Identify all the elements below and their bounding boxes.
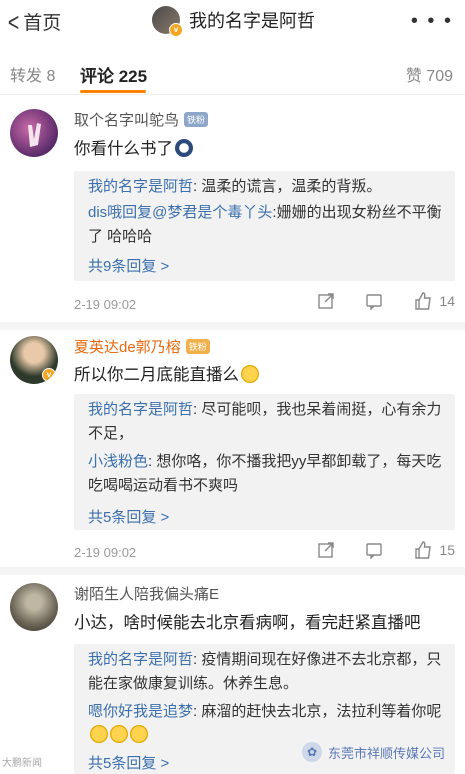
reply-line: 嗯你好我是追梦: 麻溜的赶快去北京，法拉利等着你呢 bbox=[88, 700, 448, 748]
reply-line: 我的名字是阿哲: 疫情期间现在好像进不去北京都，只能在家做康复训练。休养生息。 bbox=[88, 648, 448, 696]
reply-author[interactable]: 小浅粉色 bbox=[88, 453, 148, 470]
comment-item: v 夏英达de郭乃榕 铁粉 所以你二月底能直播么 我的名字是阿哲: 尽可能呗，我… bbox=[0, 330, 465, 567]
comment-text: 你看什么书了 bbox=[74, 135, 193, 159]
watermark-text: 东莞市祥顺传媒公司 bbox=[328, 745, 446, 761]
reply-line: dis哦回复@梦君是个毒丫头:姗姗的出现女粉丝不平衡了 哈哈哈 bbox=[88, 201, 448, 249]
emoji-icon bbox=[175, 139, 193, 157]
avatar[interactable]: v bbox=[10, 336, 58, 384]
like-count: 15 bbox=[439, 542, 455, 558]
page-title-group[interactable]: v 我的名字是阿哲 bbox=[152, 6, 315, 37]
active-tab-indicator bbox=[80, 90, 146, 93]
comment-text-content: 所以你二月底能直播么 bbox=[74, 366, 239, 384]
page-title: 我的名字是阿哲 bbox=[189, 11, 315, 31]
avatar[interactable] bbox=[10, 583, 58, 631]
reply-line: 小浅粉色: 想你咯，你不播我把yy早都卸载了，每天吃吃喝喝运动看书不爽吗 bbox=[88, 450, 448, 498]
tab-comments[interactable]: 评论 225 bbox=[80, 62, 147, 87]
like-icon[interactable] bbox=[413, 291, 433, 311]
comment-text: 所以你二月底能直播么 bbox=[74, 361, 259, 385]
username-text: 谢陌生人陪我偏头痛E bbox=[74, 586, 220, 603]
like-icon[interactable] bbox=[413, 540, 433, 560]
crying-emoji-icon bbox=[130, 725, 148, 743]
comment-username[interactable]: 夏英达de郭乃榕 铁粉 bbox=[74, 336, 210, 357]
comment-actions: 15 bbox=[287, 540, 455, 560]
username-text: 取个名字叫鸵鸟 bbox=[74, 112, 180, 129]
crying-emoji-icon bbox=[241, 365, 259, 383]
reply-line: 我的名字是阿哲: 尽可能呗，我也呆着闹挺，心有余力不足， bbox=[88, 398, 448, 446]
back-button[interactable]: < 首页 bbox=[6, 8, 61, 35]
tab-likes[interactable]: 赞 709 bbox=[406, 62, 453, 86]
more-replies-link[interactable]: 共5条回复 > bbox=[88, 752, 169, 773]
corner-logo: 大鹏新闻 bbox=[2, 758, 42, 769]
back-label: 首页 bbox=[23, 13, 62, 34]
comment-icon[interactable] bbox=[365, 292, 383, 310]
comment-username[interactable]: 取个名字叫鸵鸟 铁粉 bbox=[74, 109, 209, 130]
watermark: ✿ 东莞市祥顺传媒公司 bbox=[302, 742, 445, 762]
divider bbox=[0, 567, 465, 575]
reply-author[interactable]: dis哦回复@梦君是个毒丫头 bbox=[88, 204, 272, 221]
divider bbox=[0, 322, 465, 330]
more-replies-link[interactable]: 共5条回复 > bbox=[88, 506, 169, 527]
crying-emoji-icon bbox=[90, 725, 108, 743]
more-icon[interactable]: • • • bbox=[411, 10, 453, 33]
comment-time: 2-19 09:02 bbox=[74, 545, 137, 560]
comment-actions: 14 bbox=[287, 291, 455, 311]
crying-emoji-icon bbox=[110, 725, 128, 743]
reply-box[interactable]: 我的名字是阿哲: 尽可能呗，我也呆着闹挺，心有余力不足， 小浅粉色: 想你咯，你… bbox=[74, 394, 455, 530]
comment-text-content: 你看什么书了 bbox=[74, 140, 173, 158]
comment-item: 取个名字叫鸵鸟 铁粉 你看什么书了 我的名字是阿哲: 温柔的谎言，温柔的背叛。 … bbox=[0, 95, 465, 322]
peace-hand-icon bbox=[28, 123, 41, 147]
chevron-left-icon: < bbox=[7, 6, 20, 37]
comment-username[interactable]: 谢陌生人陪我偏头痛E bbox=[74, 583, 219, 604]
reply-box[interactable]: 我的名字是阿哲: 温柔的谎言，温柔的背叛。 dis哦回复@梦君是个毒丫头:姗姗的… bbox=[74, 171, 455, 281]
wechat-icon: ✿ bbox=[302, 742, 322, 762]
tab-bar: 转发 8 评论 225 赞 709 bbox=[0, 50, 465, 95]
verified-icon: v bbox=[169, 23, 183, 37]
reply-text: : 麻溜的赶快去北京，法拉利等着你呢 bbox=[193, 703, 442, 720]
share-icon[interactable] bbox=[317, 541, 335, 559]
tab-repost[interactable]: 转发 8 bbox=[10, 62, 55, 86]
top-bar: < 首页 v 我的名字是阿哲 • • • bbox=[0, 0, 465, 44]
comment-text: 小达，啥时候能去北京看病啊，看完赶紧直播吧 bbox=[74, 614, 421, 632]
avatar[interactable] bbox=[10, 109, 58, 157]
comment-time: 2-19 09:02 bbox=[74, 297, 137, 312]
comment-icon[interactable] bbox=[365, 541, 383, 559]
fan-badge: 铁粉 bbox=[184, 112, 209, 127]
reply-author[interactable]: 我的名字是阿哲 bbox=[88, 651, 193, 668]
reply-author[interactable]: 嗯你好我是追梦 bbox=[88, 703, 193, 720]
reply-author[interactable]: 我的名字是阿哲 bbox=[88, 178, 193, 195]
reply-text: : 温柔的谎言，温柔的背叛。 bbox=[193, 178, 382, 195]
like-count: 14 bbox=[439, 293, 455, 309]
fan-badge: 铁粉 bbox=[185, 339, 210, 354]
reply-line: 我的名字是阿哲: 温柔的谎言，温柔的背叛。 bbox=[88, 175, 448, 199]
username-text: 夏英达de郭乃榕 bbox=[74, 339, 181, 356]
more-replies-link[interactable]: 共9条回复 > bbox=[88, 255, 169, 276]
verified-icon: v bbox=[42, 368, 56, 382]
share-icon[interactable] bbox=[317, 292, 335, 310]
reply-author[interactable]: 我的名字是阿哲 bbox=[88, 401, 193, 418]
avatar[interactable]: v bbox=[152, 6, 183, 37]
